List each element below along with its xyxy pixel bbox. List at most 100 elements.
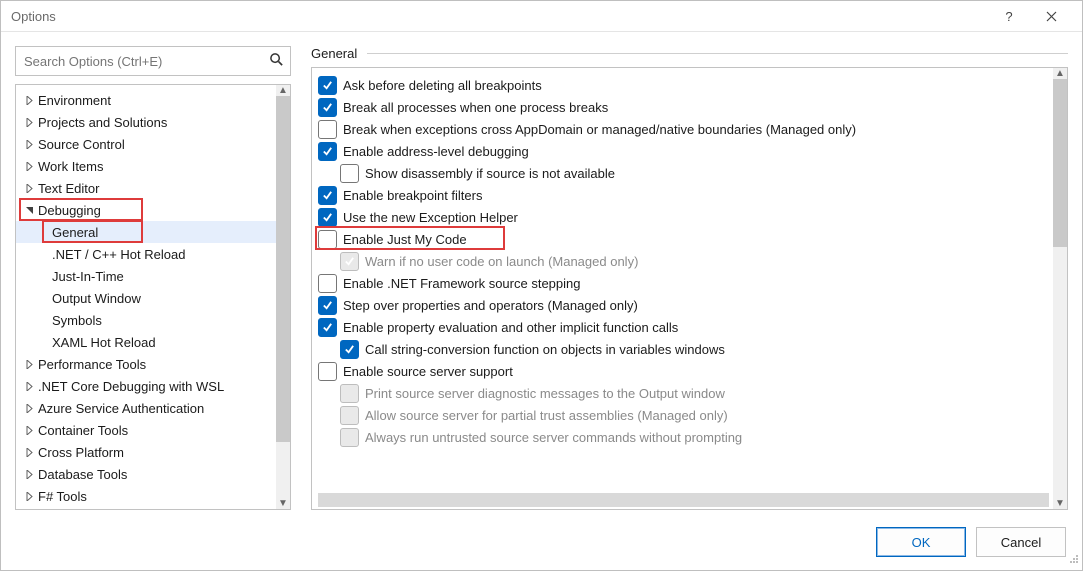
option-row: Use the new Exception Helper (318, 206, 1041, 228)
checkbox (340, 252, 359, 271)
options-hscroll[interactable] (318, 493, 1049, 507)
search-icon (269, 52, 284, 70)
tree-item-symbols[interactable]: Symbols (16, 309, 276, 331)
help-button[interactable]: ? (988, 1, 1030, 31)
checkbox[interactable] (318, 208, 337, 227)
search-input[interactable] (22, 53, 269, 70)
ok-button[interactable]: OK (876, 527, 966, 557)
checkbox[interactable] (318, 76, 337, 95)
checkbox[interactable] (318, 142, 337, 161)
tree-item-source-control[interactable]: Source Control (16, 133, 276, 155)
tree-scrollbar[interactable]: ▲ ▼ (276, 85, 290, 509)
option-row: Step over properties and operators (Mana… (318, 294, 1041, 316)
option-row: Break when exceptions cross AppDomain or… (318, 118, 1041, 140)
options-scrollbar[interactable]: ▲ ▼ (1053, 68, 1067, 509)
option-label: Step over properties and operators (Mana… (343, 298, 638, 313)
option-label: Ask before deleting all breakpoints (343, 78, 542, 93)
expand-icon[interactable] (22, 184, 36, 193)
category-tree[interactable]: EnvironmentProjects and Solutions Source … (16, 85, 276, 509)
option-label: Enable source server support (343, 364, 513, 379)
tree-item-label: General (50, 225, 98, 240)
expand-icon[interactable] (22, 404, 36, 413)
tree-item-just-in-time[interactable]: Just-In-Time (16, 265, 276, 287)
tree-item-label: F# Tools (36, 489, 87, 504)
close-button[interactable] (1030, 1, 1072, 31)
category-tree-container: EnvironmentProjects and Solutions Source … (15, 84, 291, 510)
option-row: Call string-conversion function on objec… (318, 338, 1041, 360)
checkbox[interactable] (318, 120, 337, 139)
tree-item-database-tools[interactable]: Database Tools (16, 463, 276, 485)
options-scroll-thumb[interactable] (1053, 79, 1067, 247)
tree-item-text-editor[interactable]: Text Editor (16, 177, 276, 199)
scroll-down-icon[interactable]: ▼ (1055, 498, 1065, 509)
dialog-footer: OK Cancel (1, 514, 1082, 570)
checkbox[interactable] (340, 164, 359, 183)
checkbox[interactable] (318, 230, 337, 249)
tree-item-label: Text Editor (36, 181, 99, 196)
checkbox[interactable] (318, 98, 337, 117)
options-list[interactable]: Ask before deleting all breakpoints Break… (312, 68, 1053, 509)
option-label: Enable address-level debugging (343, 144, 529, 159)
expand-icon[interactable] (22, 426, 36, 435)
tree-item-performance-tools[interactable]: Performance Tools (16, 353, 276, 375)
tree-item-azure-service-authentication[interactable]: Azure Service Authentication (16, 397, 276, 419)
close-icon (1046, 11, 1057, 22)
expand-icon[interactable] (22, 470, 36, 479)
scroll-down-icon[interactable]: ▼ (278, 498, 288, 509)
tree-item-label: Container Tools (36, 423, 128, 438)
tree-item-debugging[interactable]: Debugging (16, 199, 276, 221)
tree-item-label: Symbols (50, 313, 102, 328)
group-title: General (311, 46, 357, 61)
tree-scroll-thumb[interactable] (276, 96, 290, 442)
option-row: Allow source server for partial trust as… (318, 404, 1041, 426)
group-divider (367, 53, 1068, 54)
expand-icon[interactable] (22, 382, 36, 391)
checkbox[interactable] (318, 296, 337, 315)
expand-icon[interactable] (22, 492, 36, 501)
expand-icon[interactable] (22, 162, 36, 171)
scroll-up-icon[interactable]: ▲ (278, 85, 288, 96)
scroll-up-icon[interactable]: ▲ (1055, 68, 1065, 79)
tree-item-container-tools[interactable]: Container Tools (16, 419, 276, 441)
option-row: Enable Just My Code (318, 228, 1041, 250)
tree-item-f-tools[interactable]: F# Tools (16, 485, 276, 507)
checkbox[interactable] (318, 362, 337, 381)
option-label: Print source server diagnostic messages … (365, 386, 725, 401)
options-dialog: Options ? EnvironmentProjects and Soluti… (0, 0, 1083, 571)
expand-icon[interactable] (22, 360, 36, 369)
collapse-icon[interactable] (22, 206, 36, 215)
option-row: Enable address-level debugging (318, 140, 1041, 162)
search-box[interactable] (15, 46, 291, 76)
cancel-button[interactable]: Cancel (976, 527, 1066, 557)
checkbox (340, 428, 359, 447)
expand-icon[interactable] (22, 118, 36, 127)
tree-item-label: Output Window (50, 291, 141, 306)
checkbox[interactable] (318, 186, 337, 205)
checkbox[interactable] (318, 274, 337, 293)
expand-icon[interactable] (22, 96, 36, 105)
tree-item-output-window[interactable]: Output Window (16, 287, 276, 309)
checkbox[interactable] (340, 340, 359, 359)
option-row: Warn if no user code on launch (Managed … (318, 250, 1041, 272)
title-bar: Options ? (1, 1, 1082, 32)
tree-item-general[interactable]: General (16, 221, 276, 243)
tree-item-label: Source Control (36, 137, 125, 152)
expand-icon[interactable] (22, 448, 36, 457)
options-panel: Ask before deleting all breakpoints Break… (311, 67, 1068, 510)
tree-item-work-items[interactable]: Work Items (16, 155, 276, 177)
tree-item--net-c-hot-reload[interactable]: .NET / C++ Hot Reload (16, 243, 276, 265)
tree-item-environment[interactable]: Environment (16, 89, 276, 111)
tree-item-projects-and-solutions[interactable]: Projects and Solutions (16, 111, 276, 133)
option-label: Always run untrusted source server comma… (365, 430, 742, 445)
dialog-body: EnvironmentProjects and Solutions Source … (1, 32, 1082, 514)
expand-icon[interactable] (22, 140, 36, 149)
tree-item-cross-platform[interactable]: Cross Platform (16, 441, 276, 463)
tree-item--net-core-debugging-with-wsl[interactable]: .NET Core Debugging with WSL (16, 375, 276, 397)
tree-item-xaml-hot-reload[interactable]: XAML Hot Reload (16, 331, 276, 353)
option-label: Break all processes when one process bre… (343, 100, 608, 115)
checkbox[interactable] (318, 318, 337, 337)
option-label: Break when exceptions cross AppDomain or… (343, 122, 856, 137)
resize-grip-icon[interactable] (1068, 553, 1080, 568)
option-row: Enable .NET Framework source stepping (318, 272, 1041, 294)
ok-label: OK (912, 535, 931, 550)
